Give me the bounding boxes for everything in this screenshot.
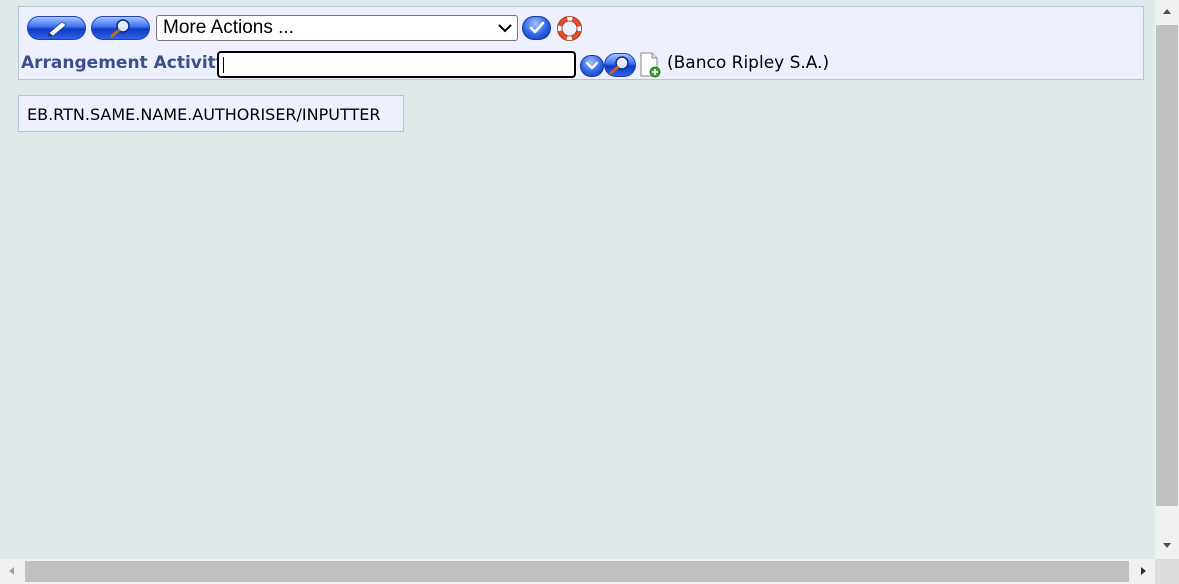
new-document-icon xyxy=(640,52,661,78)
more-actions-value: More Actions ... xyxy=(163,17,294,38)
content-area: More Actions ... Arrangement Activity (B… xyxy=(0,0,1155,559)
scroll-left-arrow-icon[interactable] xyxy=(4,563,20,579)
search-button[interactable] xyxy=(604,53,636,77)
scroll-down-arrow-icon[interactable] xyxy=(1159,537,1175,553)
horizontal-scrollbar[interactable] xyxy=(0,559,1155,584)
lifebuoy-icon xyxy=(557,16,582,41)
pencil-icon xyxy=(46,21,66,36)
arrangement-activity-input[interactable] xyxy=(217,51,576,78)
chevron-down-icon xyxy=(498,24,512,33)
error-message: EB.RTN.SAME.NAME.AUTHORISER/INPUTTER xyxy=(18,95,404,132)
text-caret xyxy=(223,57,224,73)
scroll-right-arrow-icon[interactable] xyxy=(1135,563,1151,579)
vertical-scroll-thumb[interactable] xyxy=(1156,25,1178,506)
scroll-up-arrow-icon[interactable] xyxy=(1159,4,1175,20)
horizontal-scroll-thumb[interactable] xyxy=(25,561,1129,582)
edit-button[interactable] xyxy=(27,16,86,40)
arrangement-activity-label: Arrangement Activity xyxy=(21,53,227,73)
magnifier-icon xyxy=(609,56,629,75)
record-toolbar: More Actions ... Arrangement Activity (B… xyxy=(18,6,1144,80)
dropdown-button[interactable] xyxy=(580,55,604,77)
scrollbar-corner xyxy=(1155,559,1179,584)
company-name: (Banco Ripley S.A.) xyxy=(667,53,830,73)
help-button[interactable] xyxy=(557,16,582,41)
chevron-down-icon xyxy=(585,61,599,70)
checkmark-icon xyxy=(529,21,544,34)
vertical-scrollbar[interactable] xyxy=(1155,0,1179,559)
commit-button[interactable] xyxy=(522,16,551,40)
magnifier-icon xyxy=(110,19,130,38)
more-actions-select[interactable]: More Actions ... xyxy=(156,15,518,41)
view-button[interactable] xyxy=(91,16,150,40)
new-record-button[interactable] xyxy=(639,52,661,78)
